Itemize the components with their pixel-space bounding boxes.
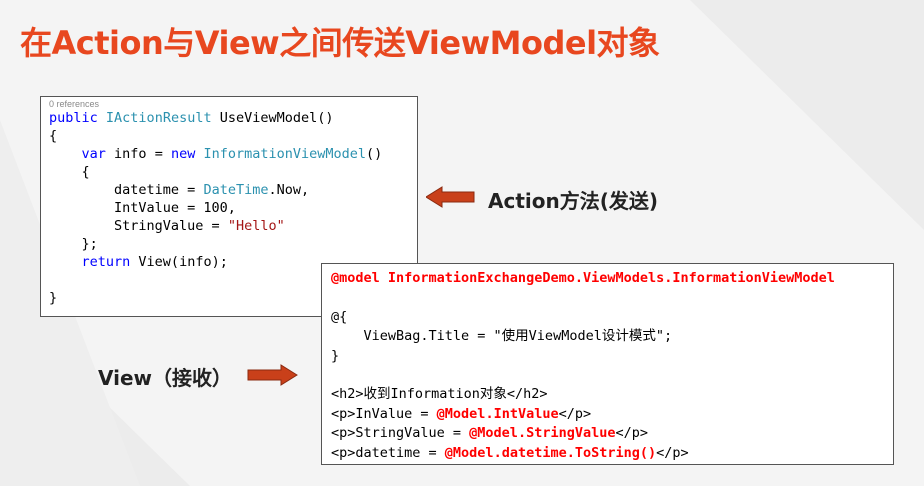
code-line: public IActionResult UseViewModel() [49,109,417,127]
slide-title: 在Action与View之间传送ViewModel对象 [20,24,660,62]
method-signature: UseViewModel() [219,110,334,126]
string-literal: "Hello" [227,218,285,234]
code-line: { [49,128,58,144]
code-line: <p>StringValue = @Model.StringValue</p> [331,425,648,442]
code-line: } [331,347,340,364]
razor-expression: @Model.StringValue [469,425,616,442]
code-line: { [49,164,90,180]
razor-expression: @Model.datetime.ToString() [444,444,657,461]
type-iactionresult: IActionResult [105,110,212,126]
code-line: datetime = DateTime.Now, [49,182,310,198]
type-informationviewmodel: InformationViewModel [203,146,367,162]
keyword-return: return [81,254,131,270]
code-line: }; [49,236,98,252]
code-lens-references[interactable]: 0 references [49,99,417,109]
type-datetime: DateTime [203,182,269,198]
view-label: View（接收） [98,366,233,390]
keyword-new: new [170,146,196,162]
code-line-model-directive: @model InformationExchangeDemo.ViewModel… [331,270,835,286]
code-line: IntValue = 100, [49,200,236,216]
var-info: info [114,146,147,162]
keyword-var: var [81,146,106,162]
arrow-right-icon [247,364,298,386]
code-line: <p>InValue = @Model.IntValue</p> [331,405,592,422]
keyword-public: public [49,110,98,126]
code-line: <h2>收到Information对象</h2> [331,386,548,403]
razor-expression: @Model.IntValue [436,405,559,422]
view-code-box: @model InformationExchangeDemo.ViewModel… [321,263,894,465]
code-line: @{ [331,308,348,325]
code-line: ViewBag.Title = "使用ViewModel设计模式"; [331,328,673,345]
code-line: var info = new InformationViewModel() [81,146,383,162]
code-line: StringValue = "Hello" [49,218,285,234]
arrow-left-icon [426,186,475,208]
code-line: <p>datetime = @Model.datetime.ToString()… [331,444,689,461]
action-label: Action方法(发送) [488,189,659,213]
